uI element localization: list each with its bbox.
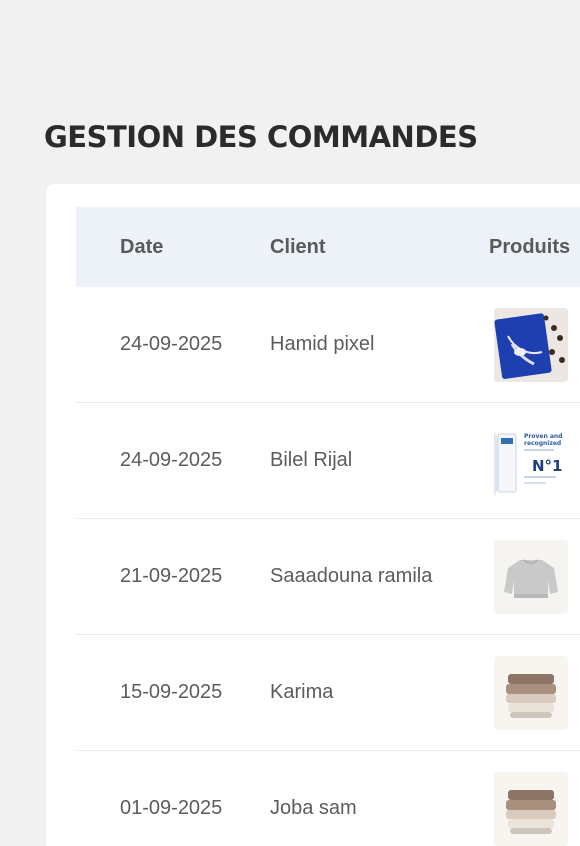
necklace-product-icon[interactable] — [494, 308, 568, 382]
table-header: Date Client Produits — [76, 207, 580, 287]
order-client: Hamid pixel — [270, 333, 375, 355]
order-date: 24-09-2025 — [120, 449, 223, 471]
order-client: Karima — [270, 681, 334, 703]
sweater-product-icon[interactable] — [494, 540, 568, 614]
table-row[interactable]: 24-09-2025 Hamid pixel — [76, 287, 580, 403]
table-row[interactable]: 01-09-2025 Joba sam — [76, 751, 580, 846]
order-client: Bilel Rijal — [270, 449, 353, 471]
order-client: Saaadouna ramila — [270, 565, 433, 587]
order-date: 21-09-2025 — [120, 565, 223, 587]
column-header-products[interactable]: Produits — [489, 207, 570, 287]
folded-clothes-product-icon[interactable] — [494, 772, 568, 846]
table-row[interactable]: 24-09-2025 Bilel Rijal Proven and recogn… — [76, 403, 580, 519]
page-title: GESTION DES COMMANDES — [44, 120, 478, 154]
column-header-client[interactable]: Client — [270, 207, 326, 287]
orders-table: Date Client Produits 24-09-2025 Hamid pi… — [76, 207, 580, 846]
order-date: 15-09-2025 — [120, 681, 223, 703]
order-client: Joba sam — [270, 797, 357, 819]
skincare-label-line1: Proven and — [524, 433, 562, 440]
skincare-label-line2: recognized — [524, 440, 561, 447]
table-row[interactable]: 15-09-2025 Karima — [76, 635, 580, 751]
skincare-product-icon[interactable]: Proven and recognized N°1 — [494, 424, 568, 498]
order-date: 24-09-2025 — [120, 333, 223, 355]
skincare-badge-number: N°1 — [532, 457, 563, 475]
table-row[interactable]: 21-09-2025 Saaadouna ramila — [76, 519, 580, 635]
folded-clothes-product-icon[interactable] — [494, 656, 568, 730]
order-date: 01-09-2025 — [120, 797, 223, 819]
page: GESTION DES COMMANDES Date Client Produi… — [0, 0, 580, 846]
column-header-date[interactable]: Date — [120, 207, 163, 287]
